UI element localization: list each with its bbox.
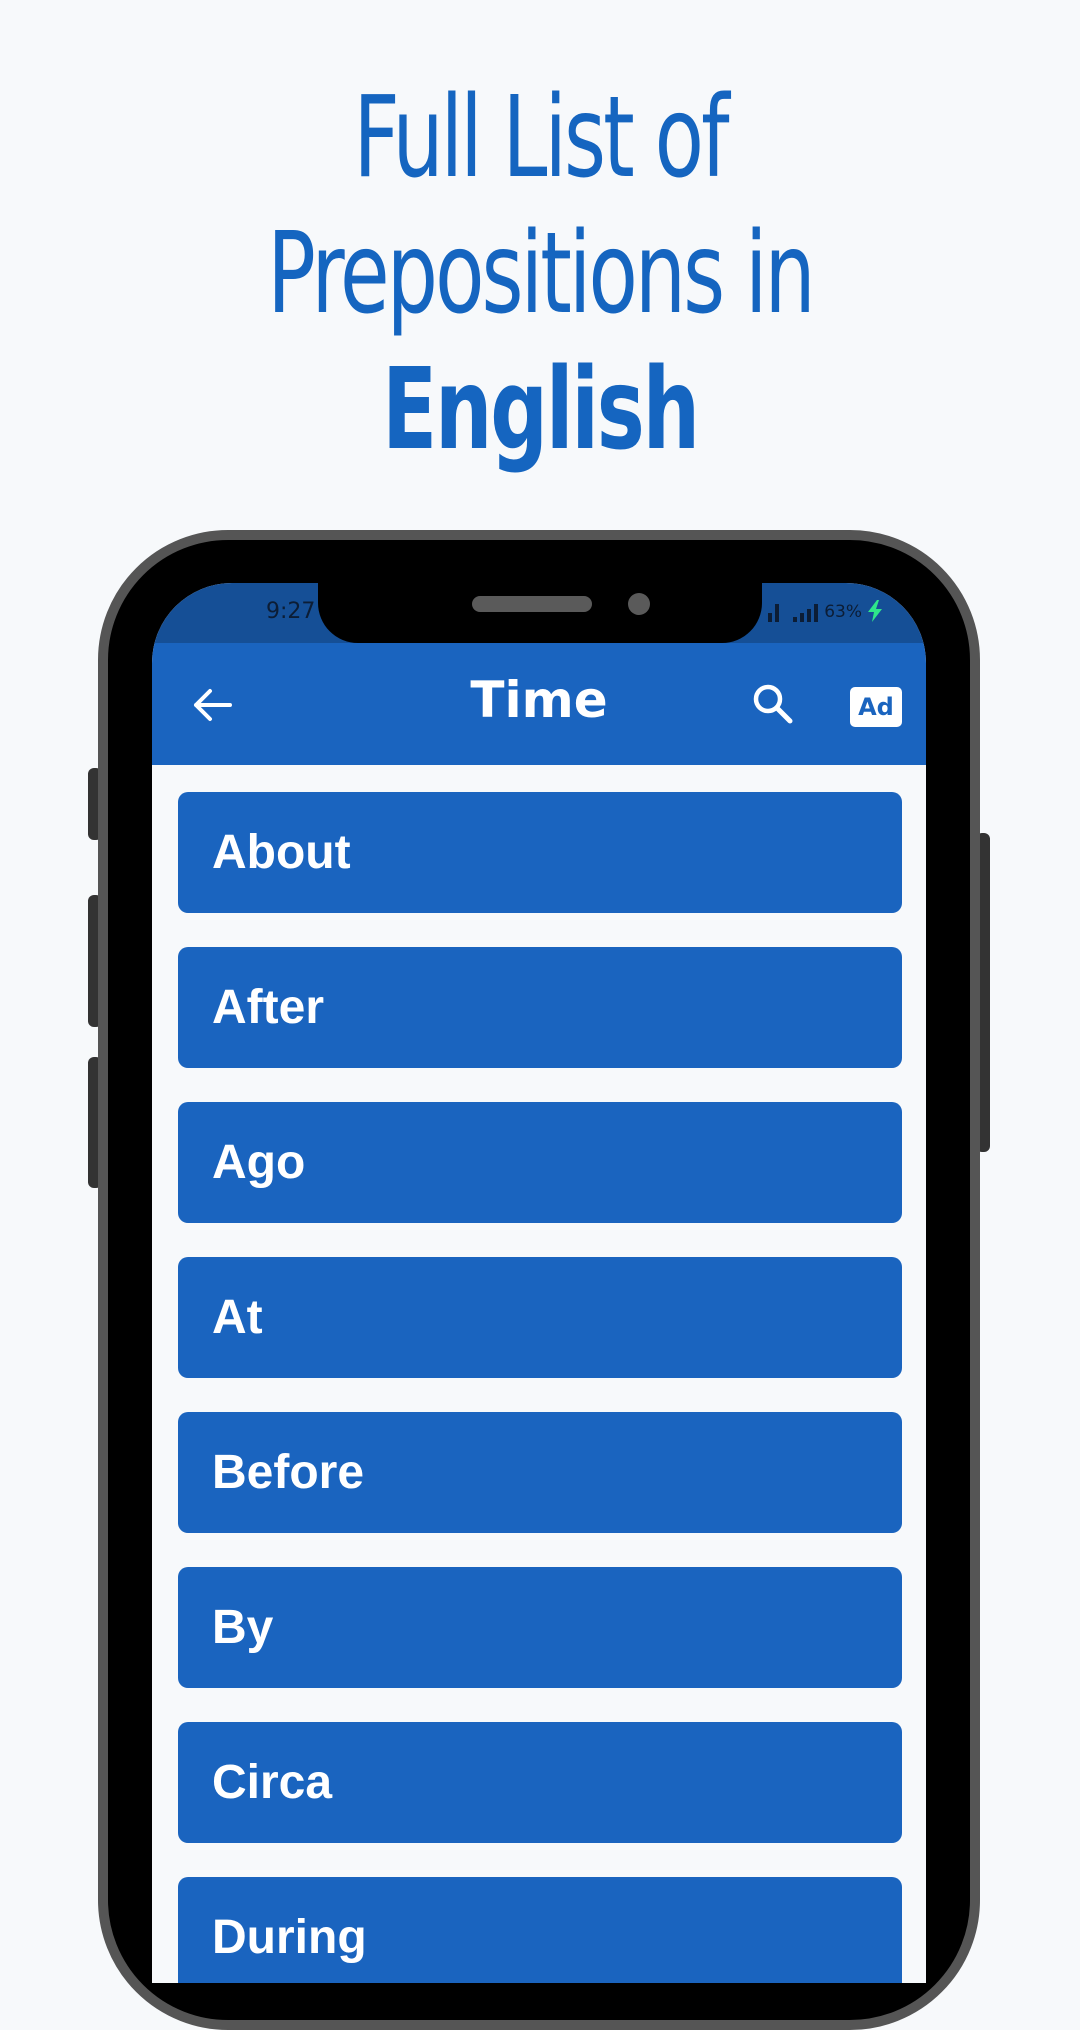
front-camera <box>628 593 650 615</box>
charging-bolt-icon <box>868 600 882 622</box>
list-item-after[interactable]: After <box>178 947 902 1068</box>
list-item-before[interactable]: Before <box>178 1412 902 1533</box>
signal-icon-2 <box>793 604 819 622</box>
remove-ads-button[interactable]: Ad <box>850 687 902 727</box>
promo-headline: Full List of Prepositions in English <box>151 70 929 478</box>
preposition-list: About After Ago At Before By Circa Durin… <box>178 792 902 1983</box>
headline-line-2: Prepositions in <box>267 209 815 339</box>
arrow-left-icon <box>194 689 232 721</box>
speaker-grille <box>472 596 592 612</box>
page-title: Time <box>470 671 608 729</box>
status-time: 9:27 <box>266 599 316 624</box>
headline-line-3: English <box>382 345 700 475</box>
signal-icon <box>768 604 780 622</box>
list-item-during[interactable]: During <box>178 1877 902 1983</box>
list-item-ago[interactable]: Ago <box>178 1102 902 1223</box>
list-item-about[interactable]: About <box>178 792 902 913</box>
camera-notch <box>318 583 762 643</box>
search-icon <box>753 684 793 724</box>
search-button[interactable] <box>750 681 796 727</box>
status-indicators: 63% <box>768 600 882 622</box>
list-item-at[interactable]: At <box>178 1257 902 1378</box>
battery-percentage: 63% <box>824 602 862 622</box>
back-button[interactable] <box>190 683 234 727</box>
headline-line-1: Full List of <box>353 73 729 203</box>
list-item-by[interactable]: By <box>178 1567 902 1688</box>
list-item-circa[interactable]: Circa <box>178 1722 902 1843</box>
phone-screen: 9:27 63% Time Ad About After Ago At Befo… <box>152 583 926 1983</box>
app-bar: Time Ad <box>152 643 926 765</box>
